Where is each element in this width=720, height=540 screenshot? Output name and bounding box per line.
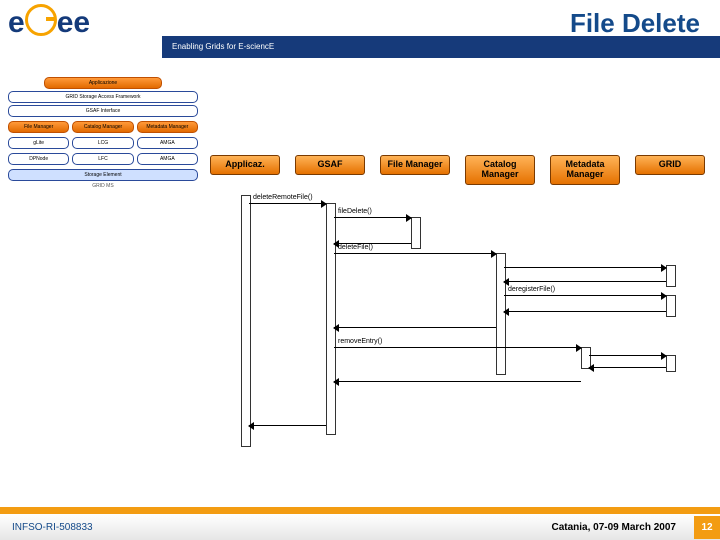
mini-se: Storage Element [8, 169, 198, 181]
lane-head: Metadata Manager [550, 155, 620, 185]
lane-mm: Metadata Manager [550, 155, 620, 185]
message-arrow [334, 347, 581, 348]
sequence-diagram: Applicaz. GSAF File Manager Catalog Manager… [210, 155, 710, 480]
mini-box: AMGA [137, 153, 198, 165]
lane-fm: File Manager [380, 155, 450, 175]
message-arrow [504, 267, 666, 268]
lane-app: Applicaz. [210, 155, 280, 175]
mini-app: Applicazione [44, 77, 162, 89]
lane-head: Catalog Manager [465, 155, 535, 185]
message-arrow [504, 311, 666, 312]
logo-e1: e [8, 6, 25, 39]
lane-cm: Catalog Manager [465, 155, 535, 185]
activation-bar [666, 355, 676, 372]
message-arrow [504, 295, 666, 296]
activation-bar [666, 295, 676, 317]
egee-logo: eee [8, 4, 90, 40]
message-arrow [249, 203, 326, 204]
activation-bar [411, 217, 421, 249]
page-title: File Delete [570, 8, 700, 39]
mini-gsaf: GRID Storage Access Framework [8, 91, 198, 103]
lane-head: File Manager [380, 155, 450, 175]
footer-left: INFSO-RI-508833 [0, 522, 93, 533]
logo-e2: ee [57, 6, 90, 39]
lane-head: GRID [635, 155, 705, 175]
message-arrow [334, 381, 581, 382]
mini-box: LCG [72, 137, 133, 149]
lane-grid: GRID [635, 155, 705, 175]
page-number: 12 [694, 516, 720, 539]
message-label: deregisterFile() [508, 286, 555, 293]
footer: INFSO-RI-508833 Catania, 07-09 March 200… [0, 514, 720, 540]
activation-bar [666, 265, 676, 287]
mini-iface: GSAF Interface [8, 105, 198, 117]
mini-box: Catalog Manager [72, 121, 133, 133]
activation-bar [326, 203, 336, 435]
architecture-thumbnail: Applicazione GRID Storage Access Framewo… [8, 75, 198, 189]
tagline: Enabling Grids for E-sciencE [162, 42, 274, 51]
mini-box: Metadata Manager [137, 121, 198, 133]
message-arrow [334, 253, 496, 254]
mini-box: LFC [72, 153, 133, 165]
message-arrow [589, 367, 666, 368]
message-label: deleteFile() [338, 244, 373, 251]
mini-box: gLite [8, 137, 69, 149]
footer-accent [0, 507, 720, 514]
message-arrow [334, 217, 411, 218]
lane-gsaf: GSAF [295, 155, 365, 175]
activation-bar [241, 195, 251, 447]
message-arrow [589, 355, 666, 356]
lane-head: GSAF [295, 155, 365, 175]
mini-box: DPNode [8, 153, 69, 165]
mini-caption: GRID MS [8, 183, 198, 189]
message-label: removeEntry() [338, 338, 382, 345]
logo-g-icon [25, 4, 57, 36]
mini-box: File Manager [8, 121, 69, 133]
message-label: deleteRemoteFile() [253, 194, 313, 201]
message-label: fileDelete() [338, 208, 372, 215]
footer-right: Catania, 07-09 March 2007 [551, 522, 686, 533]
message-arrow [249, 425, 326, 426]
message-arrow [334, 327, 496, 328]
lane-head: Applicaz. [210, 155, 280, 175]
message-arrow [504, 281, 666, 282]
mini-box: AMGA [137, 137, 198, 149]
header-bar: Enabling Grids for E-sciencE [162, 36, 720, 58]
